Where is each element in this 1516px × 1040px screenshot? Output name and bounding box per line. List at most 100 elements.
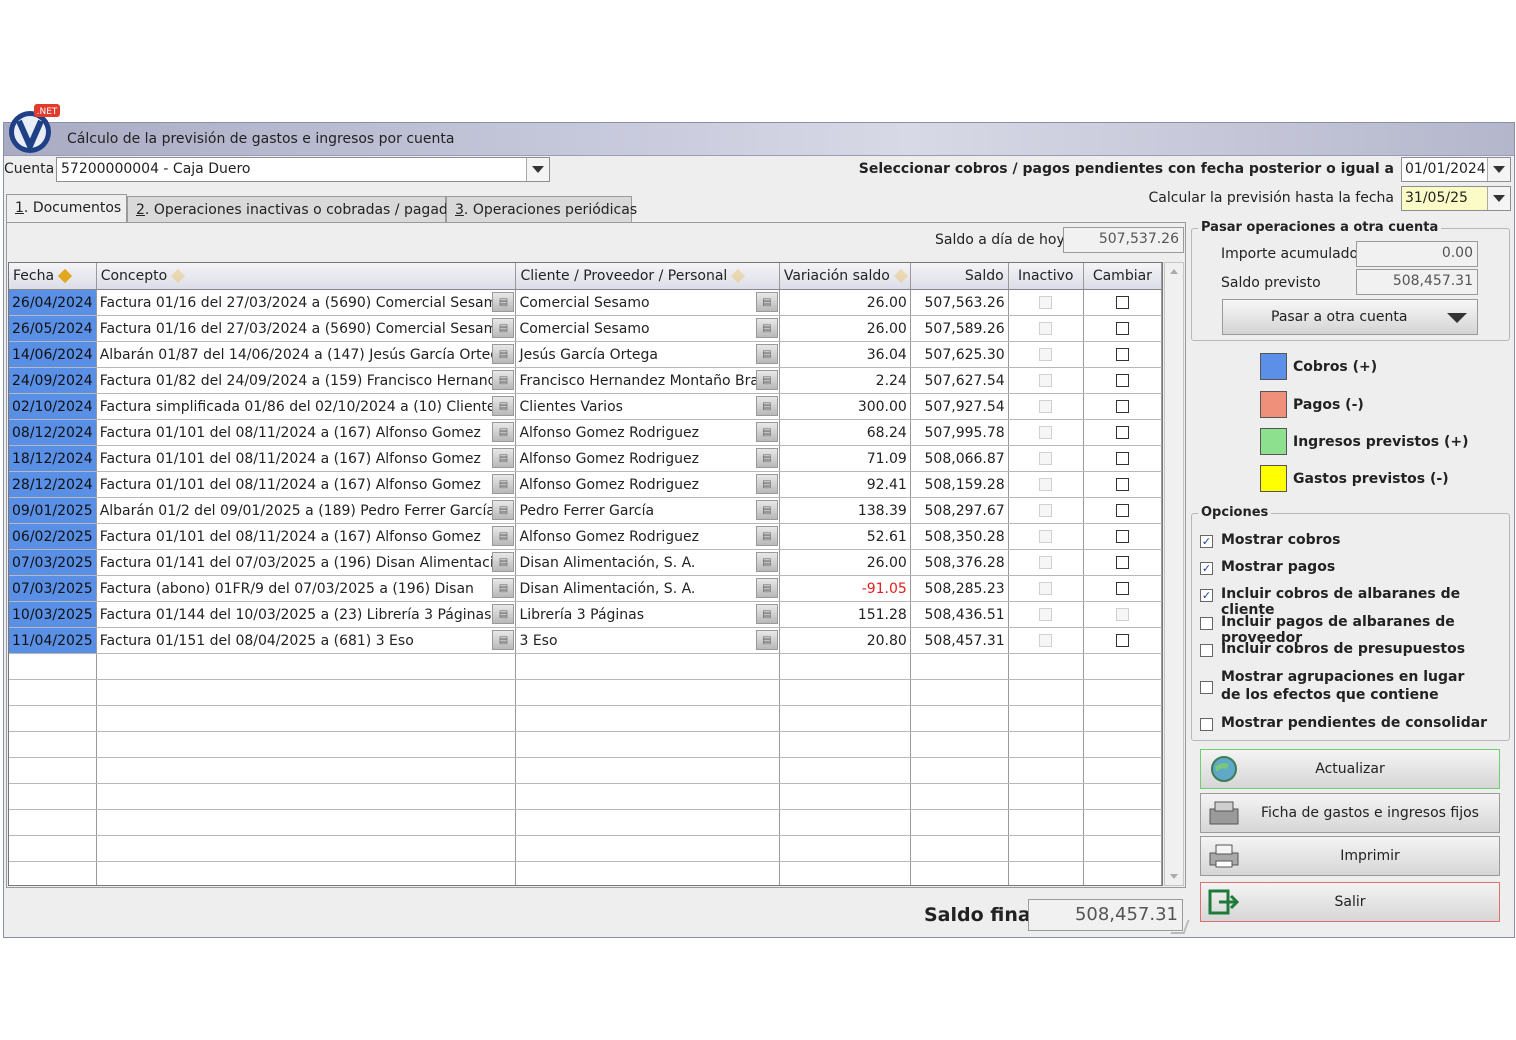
cambiar-checkbox[interactable]: [1115, 556, 1129, 569]
table-row[interactable]: 07/03/2025 Factura (abono) 01FR/9 del 07/…: [9, 575, 1162, 602]
fecha-posterior-input[interactable]: 01/01/2024: [1401, 157, 1511, 182]
cambiar-checkbox[interactable]: [1115, 374, 1129, 387]
cambiar-checkbox[interactable]: [1115, 530, 1129, 543]
open-document-icon[interactable]: ▤: [492, 500, 515, 520]
cell-fecha[interactable]: 26/04/2024: [9, 289, 97, 316]
open-contact-icon[interactable]: ▤: [755, 526, 778, 546]
option-checkbox[interactable]: ✓ Mostrar pagos: [1200, 559, 1335, 575]
table-row[interactable]: 07/03/2025 Factura 01/141 del 07/03/2025 …: [9, 549, 1162, 576]
checkbox-checked-icon[interactable]: ✓: [1200, 589, 1213, 602]
table-row[interactable]: 10/03/2025 Factura 01/144 del 10/03/2025 …: [9, 601, 1162, 628]
open-contact-icon[interactable]: ▤: [755, 448, 778, 468]
cell-cambiar[interactable]: [1083, 497, 1162, 524]
open-contact-icon[interactable]: ▤: [755, 630, 778, 650]
calendar-dropdown-icon[interactable]: [1487, 158, 1510, 181]
ficha-gastos-button[interactable]: Ficha de gastos e ingresos fijos: [1200, 793, 1500, 833]
table-row[interactable]: [9, 653, 1162, 680]
cell-cambiar[interactable]: [1083, 367, 1162, 394]
checkbox-unchecked-icon[interactable]: [1200, 681, 1213, 694]
cell-concepto[interactable]: Factura 01/101 del 08/11/2024 a (167) Al…: [96, 445, 517, 472]
cell-cambiar[interactable]: [1083, 601, 1162, 628]
open-contact-icon[interactable]: ▤: [755, 344, 778, 364]
cell-cliente[interactable]: Comercial Sesamo ▤: [515, 315, 780, 342]
calendar-dropdown-icon[interactable]: [1487, 187, 1510, 210]
checkbox-unchecked-icon[interactable]: [1200, 718, 1213, 731]
cell-concepto[interactable]: Factura 01/141 del 07/03/2025 a (196) Di…: [96, 549, 517, 576]
open-contact-icon[interactable]: ▤: [755, 292, 778, 312]
cell-concepto[interactable]: Factura (abono) 01FR/9 del 07/03/2025 a …: [96, 575, 517, 602]
cell-fecha[interactable]: 26/05/2024: [9, 315, 97, 342]
cell-cambiar[interactable]: [1083, 341, 1162, 368]
open-document-icon[interactable]: ▤: [492, 604, 515, 624]
checkbox-checked-icon[interactable]: ✓: [1200, 562, 1213, 575]
cell-fecha[interactable]: 14/06/2024: [9, 341, 97, 368]
table-row[interactable]: [9, 861, 1162, 885]
table-row[interactable]: 11/04/2025 Factura 01/151 del 08/04/2025 …: [9, 627, 1162, 654]
cell-cambiar[interactable]: [1083, 575, 1162, 602]
cell-cliente[interactable]: Alfonso Gomez Rodriguez ▤: [515, 471, 780, 498]
open-document-icon[interactable]: ▤: [492, 396, 515, 416]
open-contact-icon[interactable]: ▤: [755, 578, 778, 598]
open-document-icon[interactable]: ▤: [492, 630, 515, 650]
table-row[interactable]: [9, 731, 1162, 758]
cell-fecha[interactable]: 06/02/2025: [9, 523, 97, 550]
cuenta-dropdown[interactable]: 57200000004 - Caja Duero: [56, 157, 550, 182]
table-row[interactable]: [9, 809, 1162, 836]
imprimir-button[interactable]: Imprimir: [1200, 836, 1500, 876]
tab-operaciones-periodicas[interactable]: 3. Operaciones periódicas: [446, 196, 637, 222]
col-inactivo[interactable]: Inactivo: [1008, 263, 1084, 290]
cambiar-checkbox[interactable]: [1115, 400, 1129, 413]
table-row[interactable]: 28/12/2024 Factura 01/101 del 08/11/2024 …: [9, 471, 1162, 498]
table-row[interactable]: 08/12/2024 Factura 01/101 del 08/11/2024 …: [9, 419, 1162, 446]
cell-cliente[interactable]: Alfonso Gomez Rodriguez ▤: [515, 523, 780, 550]
pasar-otra-cuenta-button[interactable]: Pasar a otra cuenta: [1222, 299, 1478, 335]
cell-fecha[interactable]: 11/04/2025: [9, 627, 97, 654]
cell-fecha[interactable]: 18/12/2024: [9, 445, 97, 472]
open-document-icon[interactable]: ▤: [492, 552, 515, 572]
actualizar-button[interactable]: Actualizar: [1200, 749, 1500, 789]
cell-cliente[interactable]: Alfonso Gomez Rodriguez ▤: [515, 419, 780, 446]
option-checkbox[interactable]: ✓ Mostrar cobros: [1200, 532, 1341, 548]
cell-concepto[interactable]: Factura 01/101 del 08/11/2024 a (167) Al…: [96, 419, 517, 446]
cell-fecha[interactable]: 07/03/2025: [9, 549, 97, 576]
open-document-icon[interactable]: ▤: [492, 292, 515, 312]
cell-fecha[interactable]: 07/03/2025: [9, 575, 97, 602]
open-document-icon[interactable]: ▤: [492, 578, 515, 598]
col-fecha[interactable]: Fecha: [9, 263, 97, 290]
cell-cliente[interactable]: 3 Eso ▤: [515, 627, 780, 654]
tab-operaciones-inactivas[interactable]: 2. Operaciones inactivas o cobradas / pa…: [127, 196, 464, 222]
table-row[interactable]: 06/02/2025 Factura 01/101 del 08/11/2024 …: [9, 523, 1162, 550]
table-row[interactable]: [9, 679, 1162, 706]
cambiar-checkbox[interactable]: [1115, 296, 1129, 309]
cell-concepto[interactable]: Factura simplificada 01/86 del 02/10/202…: [96, 393, 517, 420]
prevision-date-input[interactable]: 31/05/25: [1401, 186, 1511, 211]
open-document-icon[interactable]: ▤: [492, 318, 515, 338]
checkbox-checked-icon[interactable]: ✓: [1200, 535, 1213, 548]
cell-concepto[interactable]: Factura 01/101 del 08/11/2024 a (167) Al…: [96, 471, 517, 498]
cell-concepto[interactable]: Albarán 01/2 del 09/01/2025 a (189) Pedr…: [96, 497, 517, 524]
cambiar-checkbox[interactable]: [1115, 452, 1129, 465]
cell-cambiar[interactable]: [1083, 523, 1162, 550]
cell-fecha[interactable]: 08/12/2024: [9, 419, 97, 446]
cell-fecha[interactable]: 24/09/2024: [9, 367, 97, 394]
open-document-icon[interactable]: ▤: [492, 526, 515, 546]
option-checkbox[interactable]: Incluir cobros de presupuestos: [1200, 641, 1465, 657]
table-row[interactable]: 26/05/2024 Factura 01/16 del 27/03/2024 a…: [9, 315, 1162, 342]
cell-concepto[interactable]: Albarán 01/87 del 14/06/2024 a (147) Jes…: [96, 341, 517, 368]
open-contact-icon[interactable]: ▤: [755, 552, 778, 572]
cambiar-checkbox[interactable]: [1115, 582, 1129, 595]
col-concepto[interactable]: Concepto: [96, 263, 517, 290]
open-document-icon[interactable]: ▤: [492, 422, 515, 442]
cell-concepto[interactable]: Factura 01/151 del 08/04/2025 a (681) 3 …: [96, 627, 517, 654]
cambiar-checkbox[interactable]: [1115, 348, 1129, 361]
cell-concepto[interactable]: Factura 01/101 del 08/11/2024 a (167) Al…: [96, 523, 517, 550]
open-document-icon[interactable]: ▤: [492, 344, 515, 364]
cell-cliente[interactable]: Francisco Hernandez Montaño Bravo ▤: [515, 367, 780, 394]
chevron-down-icon[interactable]: [526, 158, 549, 181]
scroll-up-icon[interactable]: [1170, 269, 1178, 274]
table-row[interactable]: [9, 705, 1162, 732]
cambiar-checkbox[interactable]: [1115, 478, 1129, 491]
checkbox-unchecked-icon[interactable]: [1200, 644, 1213, 657]
open-contact-icon[interactable]: ▤: [755, 604, 778, 624]
checkbox-unchecked-icon[interactable]: [1200, 617, 1213, 630]
